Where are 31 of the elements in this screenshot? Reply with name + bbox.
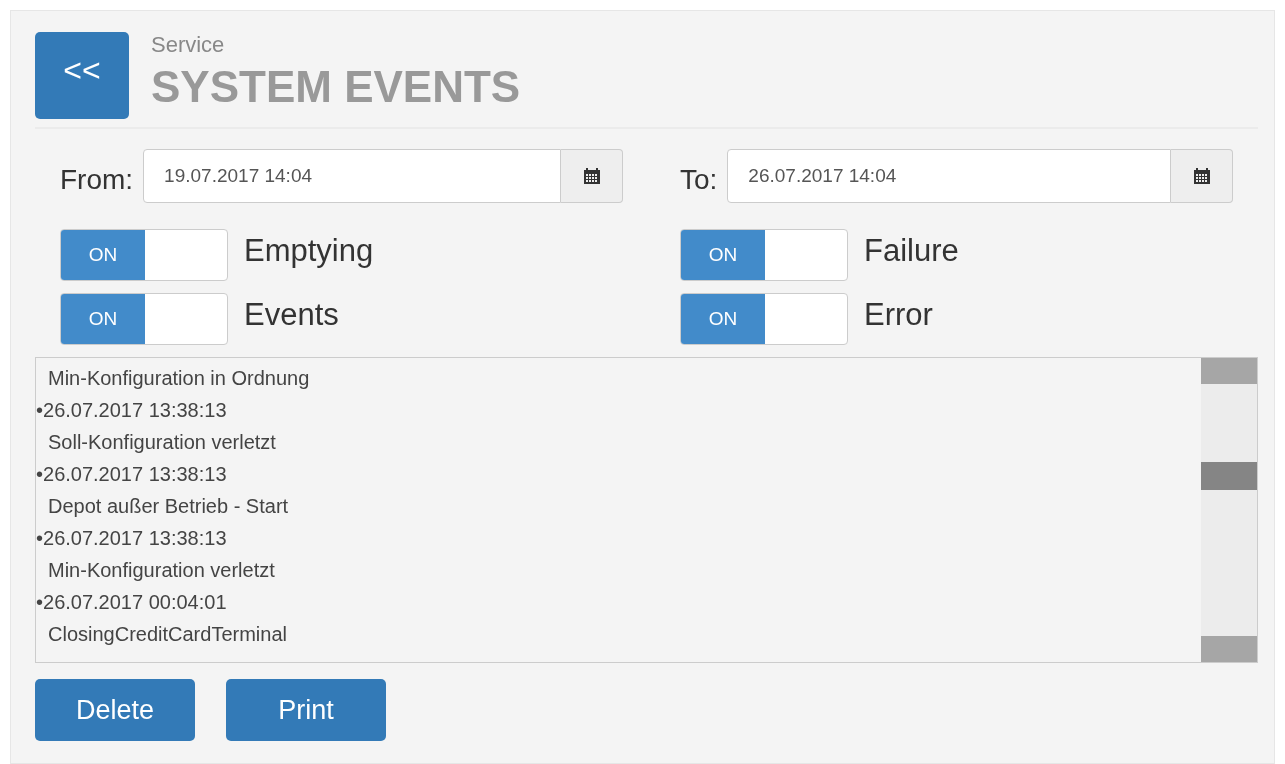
breadcrumb: Service [151,32,226,58]
event-message: Depot außer Betrieb - Start [47,494,290,519]
date-field[interactable]: 19.07.2017 14:04 [143,149,561,203]
back-button[interactable]: << [35,32,129,119]
event-message: ClosingCreditCardTerminal [47,622,288,647]
event-message: Min-Konfiguration verletzt [47,558,276,583]
filter-label: Error [864,297,933,333]
toggle-switch[interactable]: ON [60,229,228,281]
toggle-switch[interactable]: ON [60,293,228,345]
filter-label: Emptying [244,233,374,269]
print-button[interactable]: Print [226,679,386,741]
scrollbar[interactable] [1201,358,1257,662]
toggle-switch[interactable]: ON [680,229,848,281]
calendar-icon [582,167,601,185]
event-message: Soll-Konfiguration verletzt [47,430,277,455]
delete-button[interactable]: Delete [35,679,195,741]
date-label: To: [680,164,718,196]
date-label: From: [60,164,134,196]
filter-label: Events [244,297,339,333]
calendar-button[interactable] [1171,149,1233,203]
calendar-icon [1192,167,1211,185]
filter-label: Failure [864,233,959,269]
event-message: Min-Konfiguration in Ordnung [47,366,311,391]
date-field[interactable]: 26.07.2017 14:04 [727,149,1171,203]
calendar-button[interactable] [561,149,623,203]
event-timestamp: •26.07.2017 00:04:01 [36,590,228,615]
event-timestamp: •26.07.2017 13:38:13 [36,398,228,423]
page-title: SYSTEM EVENTS [151,62,521,112]
event-timestamp: •26.07.2017 13:38:13 [36,462,228,487]
toggle-switch[interactable]: ON [680,293,848,345]
event-timestamp: •26.07.2017 13:38:13 [36,526,228,551]
